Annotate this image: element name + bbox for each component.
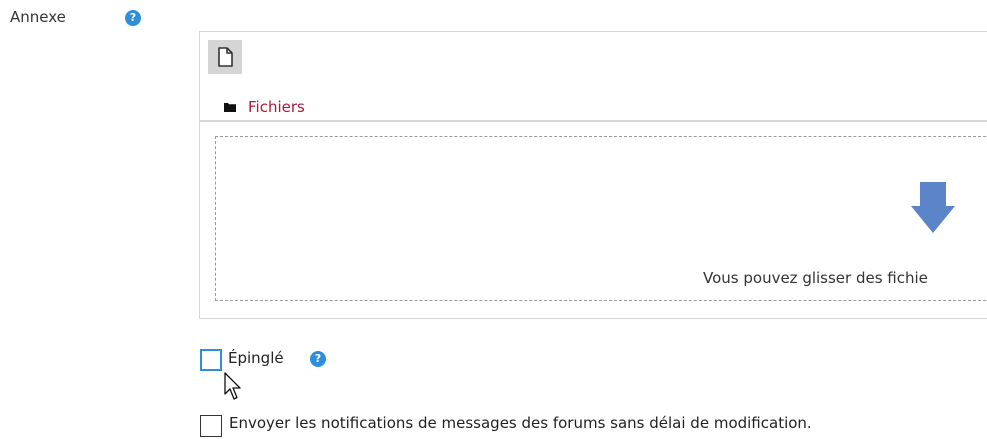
folder-icon bbox=[224, 103, 236, 112]
file-path-breadcrumb: Fichiers bbox=[224, 96, 305, 118]
pinned-label: Épinglé bbox=[228, 349, 284, 367]
down-arrow-icon bbox=[911, 182, 955, 233]
new-file-icon bbox=[218, 47, 233, 67]
notify-label: Envoyer les notifications de messages de… bbox=[229, 414, 812, 432]
annexe-help-icon[interactable]: ? bbox=[125, 10, 141, 26]
pinned-help-icon[interactable]: ? bbox=[310, 351, 326, 367]
file-drop-zone[interactable]: Vous pouvez glisser des fichie bbox=[215, 136, 987, 301]
files-path-link[interactable]: Fichiers bbox=[248, 98, 305, 116]
mouse-pointer-icon bbox=[224, 372, 241, 400]
notify-checkbox[interactable] bbox=[200, 415, 222, 437]
file-manager: Fichiers Vous pouvez glisser des fichie bbox=[199, 31, 987, 319]
file-manager-divider bbox=[200, 120, 987, 122]
drop-zone-message: Vous pouvez glisser des fichie bbox=[703, 269, 928, 287]
add-file-button[interactable] bbox=[208, 40, 242, 74]
annexe-label: Annexe bbox=[10, 8, 66, 26]
pinned-checkbox[interactable] bbox=[200, 349, 222, 371]
